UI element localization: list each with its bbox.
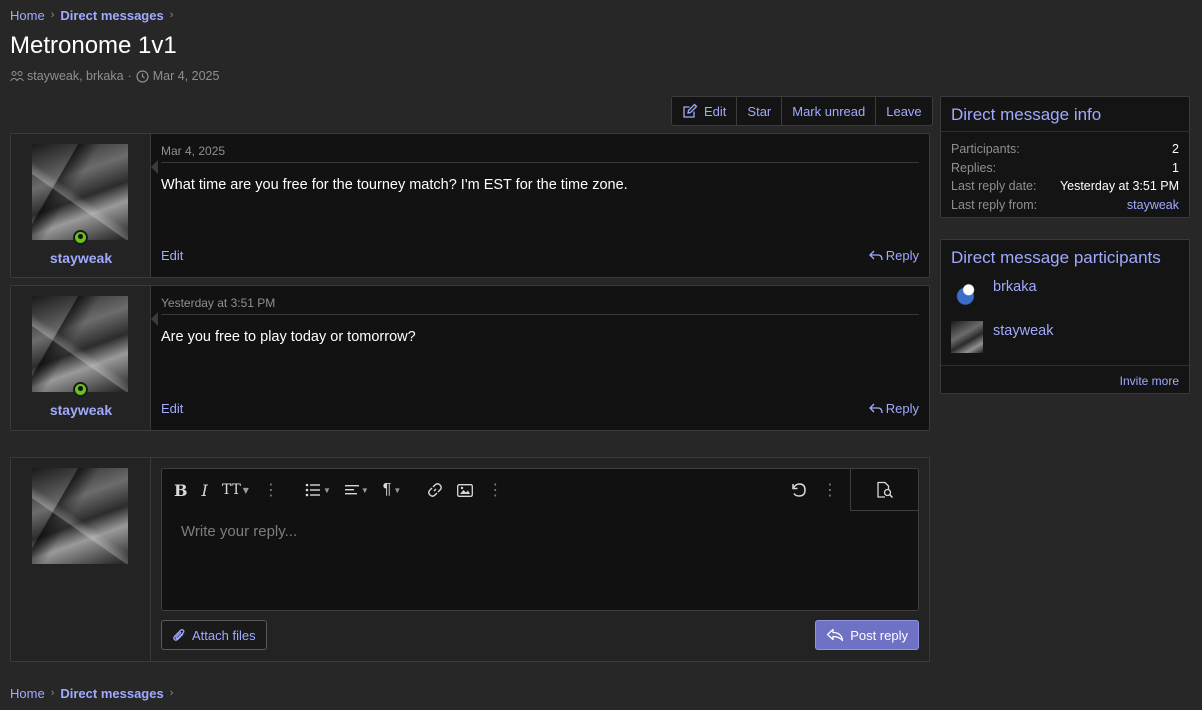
list-icon[interactable]: ▼ xyxy=(305,483,331,497)
star-button[interactable]: Star xyxy=(736,97,781,125)
separator: · xyxy=(127,69,132,83)
message-2: stayweak Yesterday at 3:51 PM Are you fr… xyxy=(10,285,930,431)
undo-group: ⋮ xyxy=(790,469,838,511)
info-value: 1 xyxy=(1172,160,1179,175)
participants-title: Direct message participants xyxy=(951,248,1161,267)
breadcrumb-direct-messages[interactable]: Direct messages xyxy=(60,686,163,701)
avatar[interactable] xyxy=(32,296,128,392)
participant-item[interactable]: brkaka xyxy=(941,277,1189,321)
undo-icon[interactable] xyxy=(790,481,808,499)
message-date[interactable]: Yesterday at 3:51 PM xyxy=(161,296,919,315)
avatar[interactable] xyxy=(951,277,983,309)
message-user-column: stayweak xyxy=(11,134,158,277)
more-insert-icon[interactable]: ⋮ xyxy=(487,480,503,500)
mark-unread-button[interactable]: Mark unread xyxy=(781,97,875,125)
message-date[interactable]: Mar 4, 2025 xyxy=(161,144,919,163)
reply-editor[interactable]: B I TT ▼ ⋮ ▼ ▼ ¶ ▼ ⋮ ⋮ Write your reply.… xyxy=(161,468,919,611)
paragraph-icon[interactable]: ¶ ▼ xyxy=(383,481,402,499)
paperclip-icon xyxy=(173,629,185,641)
reply-label: Reply xyxy=(885,248,919,263)
editor-toolbar: B I TT ▼ ⋮ ▼ ▼ ¶ ▼ ⋮ ⋮ xyxy=(162,469,918,511)
reply-icon xyxy=(868,403,883,413)
more-options-icon[interactable]: ⋮ xyxy=(263,480,279,500)
reply-icon xyxy=(827,628,844,642)
chevron-right-icon: › xyxy=(50,687,55,699)
page-title: Metronome 1v1 xyxy=(10,32,177,59)
chevron-right-icon: › xyxy=(50,9,55,21)
conversation-actions: Edit Star Mark unread Leave xyxy=(671,96,933,126)
participant-name[interactable]: brkaka xyxy=(993,279,1037,295)
info-label: Last reply date: xyxy=(951,179,1037,194)
text-size-icon[interactable]: TT ▼ xyxy=(222,482,249,498)
attach-files-button[interactable]: Attach files xyxy=(161,620,267,650)
post-reply-label: Post reply xyxy=(850,627,908,643)
direct-message-info-block: Direct message info Participants: 2 Repl… xyxy=(940,96,1190,218)
message-username[interactable]: stayweak xyxy=(11,250,151,266)
breadcrumb-home[interactable]: Home xyxy=(10,8,45,23)
message-text: What time are you free for the tourney m… xyxy=(161,177,628,193)
align-icon[interactable]: ▼ xyxy=(344,484,369,496)
editor-user-column xyxy=(11,458,151,661)
chevron-right-icon: › xyxy=(169,9,174,21)
message-body: Yesterday at 3:51 PM Are you free to pla… xyxy=(151,286,929,430)
message-edit-link[interactable]: Edit xyxy=(161,248,183,263)
avatar[interactable] xyxy=(951,321,983,353)
breadcrumb-bottom: Home › Direct messages › xyxy=(10,684,179,702)
info-label: Replies: xyxy=(951,160,997,175)
online-status-icon xyxy=(73,230,88,245)
breadcrumb-top: Home › Direct messages › xyxy=(10,6,179,24)
message-text: Are you free to play today or tomorrow? xyxy=(161,329,416,345)
direct-message-info-title: Direct message info xyxy=(941,97,1189,132)
link-icon[interactable] xyxy=(427,482,443,498)
participants-text[interactable]: stayweak, brkaka xyxy=(27,69,124,83)
breadcrumb-home[interactable]: Home xyxy=(10,686,45,701)
participant-item[interactable]: stayweak xyxy=(941,321,1189,365)
conversation-meta: stayweak, brkaka · Mar 4, 2025 xyxy=(10,69,219,83)
info-value: 2 xyxy=(1172,142,1179,157)
avatar[interactable] xyxy=(32,468,128,564)
info-row-participants: Participants: 2 xyxy=(941,140,1189,159)
edit-icon xyxy=(683,103,698,118)
info-value: Yesterday at 3:51 PM xyxy=(1059,179,1179,194)
italic-icon[interactable]: I xyxy=(202,481,208,500)
online-status-icon xyxy=(73,382,88,397)
users-icon xyxy=(10,71,24,82)
message-user-column: stayweak xyxy=(11,286,158,430)
more-history-icon[interactable]: ⋮ xyxy=(822,480,838,500)
message-username[interactable]: stayweak xyxy=(11,402,151,418)
breadcrumb-direct-messages[interactable]: Direct messages xyxy=(60,8,163,23)
clock-icon xyxy=(136,69,149,83)
reply-editor-block: B I TT ▼ ⋮ ▼ ▼ ¶ ▼ ⋮ ⋮ Write your reply.… xyxy=(10,457,930,662)
info-row-last-reply-date: Last reply date: Yesterday at 3:51 PM xyxy=(941,177,1189,196)
info-label: Participants: xyxy=(951,142,1020,157)
edit-label: Edit xyxy=(704,103,727,119)
editor-body: B I TT ▼ ⋮ ▼ ▼ ¶ ▼ ⋮ ⋮ Write your reply.… xyxy=(151,458,929,661)
message-reply-button[interactable]: Reply xyxy=(868,401,919,416)
reply-label: Reply xyxy=(885,401,919,416)
invite-more-link[interactable]: Invite more xyxy=(941,365,1189,396)
info-row-last-reply-from: Last reply from: stayweak xyxy=(941,196,1189,215)
preview-icon xyxy=(876,481,893,498)
chevron-right-icon: › xyxy=(169,687,174,699)
info-label: Last reply from: xyxy=(951,197,1038,212)
reply-input-placeholder: Write your reply... xyxy=(181,523,298,540)
post-reply-button[interactable]: Post reply xyxy=(815,620,919,650)
direct-message-participants-block: Direct message participants brkaka stayw… xyxy=(940,239,1190,394)
attach-files-label: Attach files xyxy=(192,627,256,643)
bold-icon[interactable]: B xyxy=(174,481,188,500)
leave-button[interactable]: Leave xyxy=(875,97,931,125)
message-body: Mar 4, 2025 What time are you free for t… xyxy=(151,134,929,277)
reply-icon xyxy=(868,250,883,260)
participant-name[interactable]: stayweak xyxy=(993,323,1053,339)
last-reply-user-link[interactable]: stayweak xyxy=(1127,198,1179,212)
message-1: stayweak Mar 4, 2025 What time are you f… xyxy=(10,133,930,278)
info-row-replies: Replies: 1 xyxy=(941,159,1189,178)
image-icon[interactable] xyxy=(457,483,474,497)
preview-button[interactable] xyxy=(850,469,918,511)
message-edit-link[interactable]: Edit xyxy=(161,401,183,416)
edit-conversation-button[interactable]: Edit xyxy=(672,97,736,125)
conversation-date: Mar 4, 2025 xyxy=(152,69,220,83)
message-reply-button[interactable]: Reply xyxy=(868,248,919,263)
avatar[interactable] xyxy=(32,144,128,240)
